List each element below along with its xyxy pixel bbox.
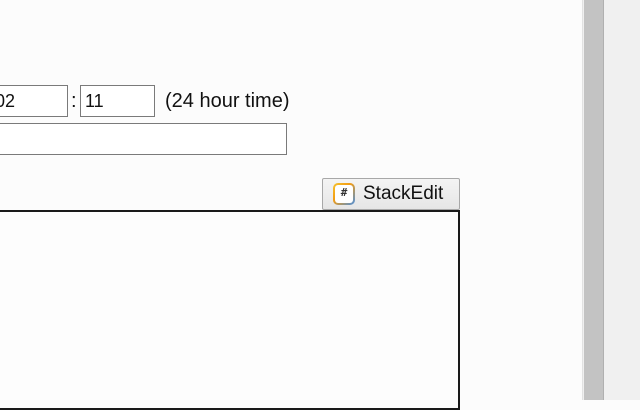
stackedit-icon: # [333, 183, 355, 205]
text-field[interactable] [0, 123, 287, 155]
time-separator: : [71, 90, 77, 112]
stackedit-button[interactable]: # StackEdit [322, 178, 460, 210]
time-format-hint: (24 hour time) [165, 90, 290, 112]
hour-input[interactable] [0, 85, 68, 117]
scrollbar-thumb[interactable] [584, 0, 604, 400]
form-page: : (24 hour time) # StackEdit [0, 0, 582, 410]
time-row: : (24 hour time) [0, 85, 582, 117]
stackedit-icon-glyph: # [335, 185, 353, 203]
minute-input[interactable] [80, 85, 155, 117]
editor-textarea[interactable] [0, 210, 460, 410]
stackedit-label: StackEdit [363, 183, 444, 204]
